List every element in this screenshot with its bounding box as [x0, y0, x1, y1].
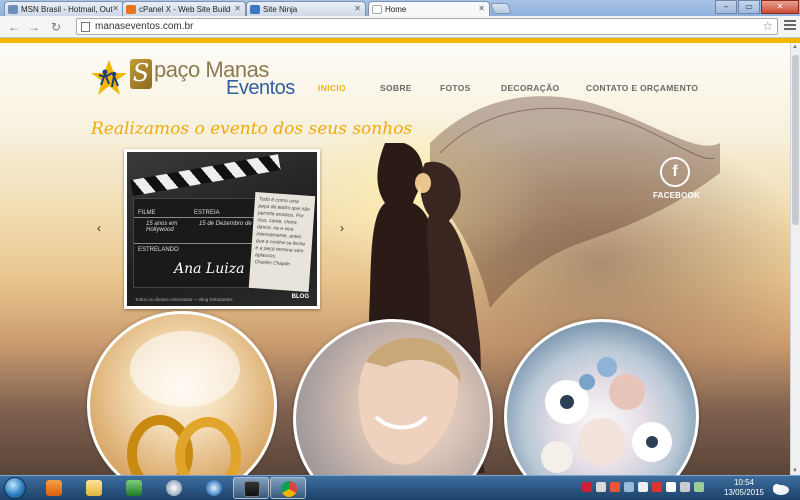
- bookmark-star-icon[interactable]: ☆: [762, 19, 773, 33]
- bouquet-photo[interactable]: [504, 319, 699, 475]
- chevron-right-icon: ›: [340, 221, 344, 235]
- windows-taskbar: 10:54 13/05/2015: [0, 475, 800, 500]
- battery-icon[interactable]: [666, 482, 676, 492]
- maximize-button[interactable]: ▭: [738, 0, 760, 14]
- new-tab-button[interactable]: [489, 3, 513, 14]
- close-icon[interactable]: ✕: [234, 4, 241, 13]
- tab-site-ninja[interactable]: Site Ninja ✕: [246, 1, 366, 16]
- rings-photo[interactable]: [87, 311, 277, 475]
- site-logo[interactable]: S paço Manas Eventos: [90, 55, 330, 101]
- scroll-down-icon[interactable]: ▼: [792, 468, 798, 474]
- nav-decoracao[interactable]: DECORAÇÃO: [501, 83, 559, 93]
- tab-title: MSN Brasil - Hotmail, Out: [21, 5, 113, 14]
- gallery-icon: [206, 480, 222, 496]
- address-bar[interactable]: manaseventos.com.br ☆: [76, 18, 778, 35]
- nav-fotos[interactable]: FOTOS: [440, 83, 471, 93]
- tab-strip: MSN Brasil - Hotmail, Out ✕ cPanel X - W…: [0, 0, 800, 17]
- close-icon[interactable]: ✕: [478, 4, 485, 13]
- url-text[interactable]: manaseventos.com.br: [95, 21, 193, 32]
- msn-favicon-icon: [8, 5, 18, 14]
- close-window-button[interactable]: ✕: [761, 0, 799, 14]
- close-icon[interactable]: ✕: [112, 4, 119, 13]
- folder-icon: [86, 480, 102, 496]
- quote-card: Tudo é como uma peça de teatro que não p…: [248, 192, 316, 292]
- tab-msn[interactable]: MSN Brasil - Hotmail, Out ✕: [4, 1, 124, 16]
- minimize-button[interactable]: –: [715, 0, 737, 14]
- language-icon[interactable]: [680, 482, 690, 492]
- slider-prev-button[interactable]: ‹: [97, 221, 101, 235]
- cpanel-favicon-icon: [126, 5, 136, 14]
- tab-title: cPanel X - Web Site Build: [139, 5, 231, 14]
- clock-time: 10:54: [733, 478, 755, 487]
- scrollbar-thumb[interactable]: [792, 55, 799, 225]
- photo-slider[interactable]: FILME ESTREIA 15 anos em Hollywood 15 de…: [124, 149, 320, 309]
- minimize-icon: –: [723, 2, 729, 11]
- taskbar-media-player[interactable]: [36, 477, 72, 499]
- chevron-left-icon: ‹: [97, 221, 101, 235]
- weather-icon[interactable]: [770, 480, 790, 496]
- tab-title: Site Ninja: [263, 5, 298, 14]
- antivirus-icon[interactable]: [582, 482, 592, 492]
- start-button[interactable]: [4, 477, 26, 499]
- hero-headline: Realizamos o evento dos seus sonhos: [91, 119, 413, 139]
- taskbar-excel[interactable]: [116, 477, 152, 499]
- scroll-up-icon[interactable]: ▲: [792, 44, 798, 50]
- back-button[interactable]: ←: [6, 19, 22, 35]
- taskbar-clock[interactable]: 10:54 13/05/2015: [714, 478, 774, 498]
- slide-image: FILME ESTREIA 15 anos em Hollywood 15 de…: [127, 152, 317, 306]
- dancer-star-icon: [91, 60, 127, 95]
- logo-line2: Eventos: [226, 77, 295, 99]
- nav-inicio[interactable]: INICIO: [318, 83, 346, 93]
- arrow-left-icon: ←: [8, 20, 20, 34]
- media-player-icon: [46, 480, 62, 496]
- forward-button[interactable]: →: [26, 19, 42, 35]
- acrobat-icon[interactable]: [610, 482, 620, 492]
- chrome-menu-button[interactable]: [784, 20, 796, 32]
- close-icon: ✕: [776, 2, 784, 11]
- tab-title: Home: [385, 5, 407, 14]
- taskbar-app5[interactable]: [196, 477, 232, 499]
- arrow-right-icon: →: [28, 20, 40, 34]
- facebook-link[interactable]: f FACEBOOK: [653, 157, 700, 200]
- wedding-rings-icon: [127, 331, 241, 475]
- firefox-icon: [166, 480, 182, 496]
- flag-icon[interactable]: [596, 482, 606, 492]
- volume-icon[interactable]: [638, 482, 648, 492]
- taskbar-app4[interactable]: [156, 477, 192, 499]
- gallery-icon: [244, 481, 260, 497]
- reload-button[interactable]: ↻: [48, 19, 64, 35]
- close-icon[interactable]: ✕: [354, 4, 361, 13]
- blog-logo: BLOG: [291, 294, 309, 300]
- browser-toolbar: ← → ↻ manaseventos.com.br ☆: [0, 16, 800, 38]
- taskbar-chrome[interactable]: [270, 477, 306, 499]
- logo-initial: S: [130, 59, 152, 89]
- nav-contato[interactable]: CONTATO E ORÇAMENTO: [586, 83, 698, 93]
- slider-next-button[interactable]: ›: [340, 221, 344, 235]
- chrome-icon: [281, 481, 297, 497]
- page-favicon-icon: [372, 5, 382, 14]
- signal-icon[interactable]: [694, 482, 704, 492]
- page-content: S paço Manas Eventos INICIO SOBRE FOTOS …: [0, 43, 790, 475]
- excel-icon: [126, 480, 142, 496]
- slide-caption: Todos os direitos reservados — Blog Debu…: [135, 297, 233, 302]
- tab-home[interactable]: Home ✕: [368, 1, 490, 17]
- facebook-label: FACEBOOK: [653, 191, 700, 200]
- page-scrollbar[interactable]: ▲ ▼: [790, 43, 800, 475]
- reload-icon: ↻: [50, 20, 62, 34]
- ninja-favicon-icon: [250, 5, 260, 14]
- maximize-icon: ▭: [745, 2, 753, 11]
- clapperboard-stripes: [130, 154, 281, 196]
- flower-bouquet-icon: [541, 357, 672, 473]
- update-icon[interactable]: [652, 482, 662, 492]
- clock-date: 13/05/2015: [723, 488, 765, 497]
- network-icon[interactable]: [624, 482, 634, 492]
- nav-sobre[interactable]: SOBRE: [380, 83, 412, 93]
- page-icon: [81, 22, 90, 32]
- taskbar-app6[interactable]: [233, 477, 269, 499]
- tab-cpanel[interactable]: cPanel X - Web Site Build ✕: [122, 1, 246, 16]
- taskbar-explorer[interactable]: [76, 477, 112, 499]
- facebook-icon: f: [660, 157, 690, 187]
